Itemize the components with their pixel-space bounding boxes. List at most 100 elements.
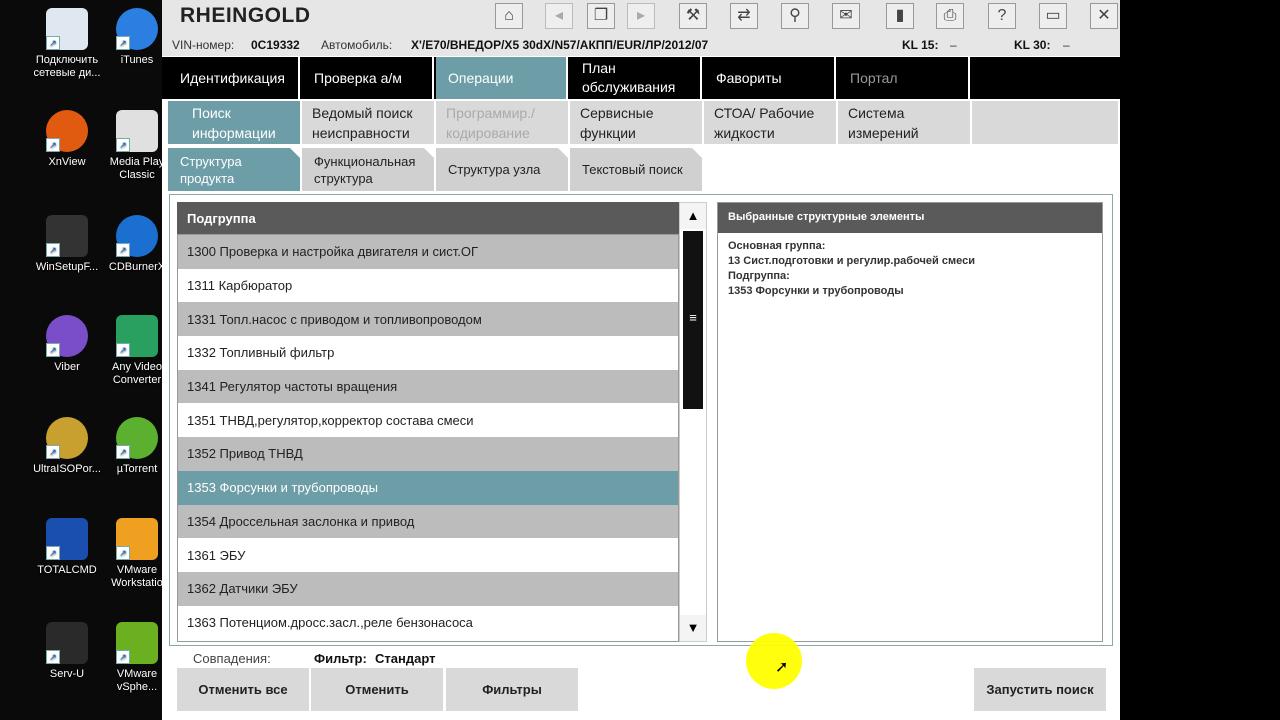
vin-label: VIN-номер: — [172, 38, 235, 52]
transfer-icon[interactable]: ⇄ — [730, 3, 758, 29]
list-item[interactable]: 1332 Топливный фильтр — [178, 336, 678, 370]
any-video-icon: ↗ — [116, 315, 158, 357]
list-item[interactable]: 1362 Датчики ЭБУ — [178, 571, 678, 606]
nav-operations[interactable]: Операции — [436, 57, 568, 99]
cancel-all-button[interactable]: Отменить все — [177, 668, 309, 711]
selected-elements-body: Основная группа: 13 Сист.подготовки и ре… — [718, 233, 1102, 305]
grip-icon: ≡ — [689, 310, 697, 325]
desktop: ↗ Подключить сетевые ди... ↗ iTunes ↗ Xn… — [0, 0, 165, 720]
filter-label: Фильтр: — [314, 651, 367, 666]
desktop-icon-servu[interactable]: ↗ Serv-U — [27, 622, 107, 681]
disc-icon: ↗ — [46, 417, 88, 459]
desktop-icon-xnview[interactable]: ↗ XnView — [27, 110, 107, 169]
vin-value: 0C19332 — [251, 38, 300, 52]
battery-icon[interactable]: ▮ — [886, 3, 914, 29]
list-item[interactable]: 1331 Топл.насос с приводом и топливопров… — [178, 302, 678, 337]
plugin-icon[interactable]: ⚲ — [781, 3, 809, 29]
title-bar: RHEINGOLD ⌂ ◂ ❐ ▸ ⚒ ⇄ ⚲ ✉ ▮ ⎙ ? ▭ ✕ — [162, 0, 1120, 34]
tab-assembly-structure[interactable]: Структура узла — [436, 148, 568, 191]
vmware-icon: ↗ — [116, 518, 158, 560]
window-icon[interactable]: ▭ — [1039, 3, 1067, 29]
cdburner-icon: ↗ — [116, 215, 158, 257]
forward-icon[interactable]: ▸ — [627, 3, 655, 29]
tab-product-structure[interactable]: Структура продукта — [168, 148, 300, 191]
viber-icon: ↗ — [46, 315, 88, 357]
utorrent-icon: ↗ — [116, 417, 158, 459]
subnav-empty — [972, 101, 1118, 144]
kl30-value: – — [1063, 38, 1070, 52]
subgroup-value: 1353 Форсунки и трубопроводы — [728, 285, 904, 297]
kl15-value: – — [950, 38, 957, 52]
start-search-button[interactable]: Запустить поиск — [974, 668, 1106, 711]
sub-nav: Поиск информации Ведомый поиск неисправн… — [162, 101, 1120, 144]
matches-label: Совпадения: — [193, 651, 271, 666]
scroll-thumb[interactable]: ≡ — [683, 231, 703, 409]
media-player-icon: ↗ — [116, 110, 158, 152]
car-value: X'/E70/ВНЕДОР/X5 30dX/N57/АКПП/EUR/ЛР/20… — [411, 38, 709, 52]
scroll-down-icon[interactable]: ▼ — [680, 615, 706, 641]
list-item[interactable]: 1351 ТНВД,регулятор,корректор состава см… — [178, 403, 678, 438]
tab-text-search[interactable]: Текстовый поиск — [570, 148, 702, 191]
list-scrollbar[interactable]: ▲ ≡ ▼ — [679, 202, 707, 642]
servu-icon: ↗ — [46, 622, 88, 664]
list-item[interactable]: 1363 Потенциом.дросс.засл.,реле бензонас… — [178, 605, 678, 640]
nav-vehicle-check[interactable]: Проверка а/м — [302, 57, 434, 99]
xnview-icon: ↗ — [46, 110, 88, 152]
cancel-button[interactable]: Отменить — [311, 668, 443, 711]
subnav-service-functions[interactable]: Сервисные функции — [570, 101, 702, 144]
back-icon[interactable]: ◂ — [545, 3, 573, 29]
itunes-icon: ↗ — [116, 8, 158, 50]
desktop-icon-viber[interactable]: ↗ Viber — [27, 315, 107, 374]
documents-icon[interactable]: ❐ — [587, 3, 615, 29]
subgroup-label: Подгруппа: — [728, 270, 790, 282]
subnav-info-search[interactable]: Поиск информации — [168, 101, 300, 144]
wrench-icon[interactable]: ⚒ — [679, 3, 707, 29]
floppy-icon: ↗ — [46, 518, 88, 560]
list-item[interactable]: 1341 Регулятор частоты вращения — [178, 369, 678, 404]
mouse-cursor-icon: ➚ — [775, 659, 789, 676]
nav-portal[interactable]: Портал — [838, 57, 970, 99]
desktop-icon-totalcmd[interactable]: ↗ TOTALCMD — [27, 518, 107, 577]
print-icon[interactable]: ⎙ — [936, 3, 964, 29]
tab-functional-structure[interactable]: Функциональная структура — [302, 148, 434, 191]
list-item[interactable]: 1300 Проверка и настройка двигателя и си… — [178, 235, 678, 269]
nav-favorites[interactable]: Фавориты — [704, 57, 836, 99]
desktop-icon-ultraiso[interactable]: ↗ UltraISOPor... — [27, 417, 107, 476]
desktop-icon-winsetup[interactable]: ↗ WinSetupF... — [27, 215, 107, 274]
vsphere-icon: ↗ — [116, 622, 158, 664]
list-item[interactable]: 1311 Карбюратор — [178, 268, 678, 303]
nav-service-plan[interactable]: План обслуживания — [570, 57, 702, 99]
subgroup-list: Подгруппа 1300 Проверка и настройка двиг… — [177, 202, 679, 642]
subnav-measurement-system[interactable]: Система измерений — [838, 101, 970, 144]
selected-elements-panel: Выбранные структурные элементы Основная … — [717, 202, 1103, 642]
subnav-programming[interactable]: Программир./ кодирование — [436, 101, 568, 144]
list-header: Подгруппа — [177, 202, 679, 234]
mail-icon[interactable]: ✉ — [832, 3, 860, 29]
kl30-label: KL 30: — [1014, 38, 1051, 52]
main-group-value: 13 Сист.подготовки и регулир.рабочей сме… — [728, 255, 975, 267]
car-label: Автомобиль: — [321, 38, 393, 52]
home-icon[interactable]: ⌂ — [495, 3, 523, 29]
subnav-workshop-fluids[interactable]: СТОА/ Рабочие жидкости — [704, 101, 836, 144]
list-body: 1300 Проверка и настройка двигателя и си… — [177, 234, 679, 642]
subnav-guided-troubleshooting[interactable]: Ведомый поиск неисправности — [302, 101, 434, 144]
network-drive-icon: ↗ — [46, 8, 88, 50]
list-item-selected[interactable]: 1353 Форсунки и трубопроводы — [178, 470, 678, 505]
vehicle-info-bar: VIN-номер: 0C19332 Автомобиль: X'/E70/ВН… — [162, 34, 1120, 56]
list-item[interactable]: 1354 Дроссельная заслонка и привод — [178, 504, 678, 539]
cursor-highlight — [746, 633, 802, 689]
kl15-label: KL 15: — [902, 38, 939, 52]
list-item[interactable]: 1361 ЭБУ — [178, 538, 678, 572]
desktop-icon-network-drive[interactable]: ↗ Подключить сетевые ди... — [27, 8, 107, 80]
close-icon[interactable]: ✕ — [1090, 3, 1118, 29]
list-item[interactable]: 1352 Привод ТНВД — [178, 437, 678, 471]
filter-value: Стандарт — [375, 651, 436, 666]
scroll-up-icon[interactable]: ▲ — [680, 203, 706, 229]
tab-bar: Структура продукта Функциональная структ… — [162, 148, 1120, 192]
help-icon[interactable]: ? — [988, 3, 1016, 29]
main-nav: Идентификация Проверка а/м Операции План… — [162, 57, 1120, 99]
main-group-label: Основная группа: — [728, 240, 826, 252]
nav-identification[interactable]: Идентификация — [168, 57, 300, 99]
filters-button[interactable]: Фильтры — [446, 668, 578, 711]
app-title: RHEINGOLD — [180, 4, 311, 27]
